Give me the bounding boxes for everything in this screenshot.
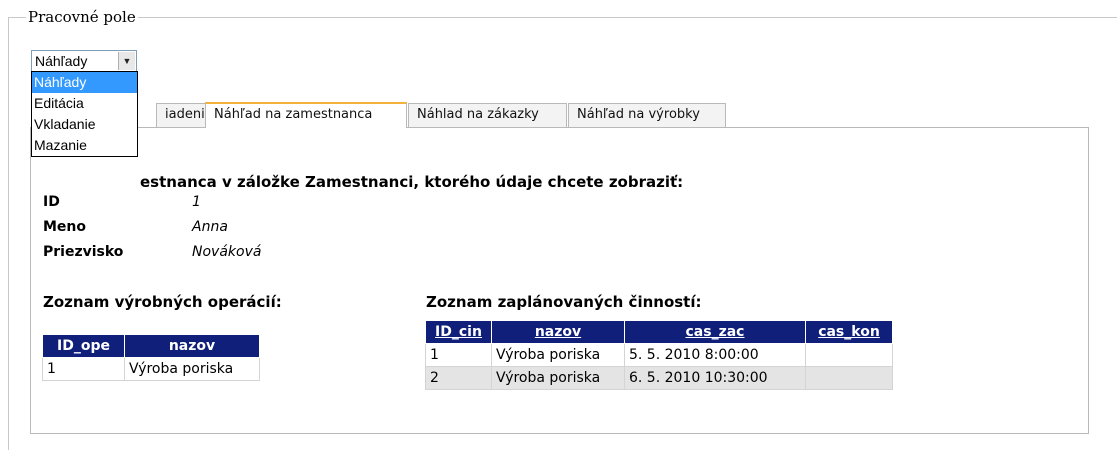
table-cell: [805, 343, 893, 367]
name-label: Meno: [43, 219, 87, 235]
column-header-id-cin[interactable]: ID_cin: [425, 320, 492, 344]
mode-select[interactable]: Náhľady ▼: [31, 50, 137, 72]
table-cell: Výroba poriska: [491, 343, 625, 367]
table-cell: 2: [425, 366, 492, 390]
table-cell: 6. 5. 2010 10:30:00: [624, 366, 806, 390]
table-row: 2 Výroba poriska 6. 5. 2010 10:30:00: [425, 366, 893, 390]
fieldset-border-top: [8, 17, 1117, 18]
table-header-row: ID_cin nazov cas_zac cas_kon: [425, 320, 893, 344]
activities-table: ID_cin nazov cas_zac cas_kon 1 Výroba po…: [425, 320, 893, 390]
option-mazanie[interactable]: Mazanie: [32, 135, 137, 156]
surname-value: Nováková: [192, 244, 262, 260]
operations-title: Zoznam výrobných operácií:: [43, 293, 282, 311]
column-header-nazov: nazov: [124, 334, 260, 358]
table-row: 1 Výroba poriska 5. 5. 2010 8:00:00: [425, 343, 893, 367]
mode-select-value: Náhľady: [35, 53, 88, 69]
mode-select-dropdown[interactable]: Náhľady Editácia Vkladanie Mazanie: [31, 71, 138, 157]
fieldset-border-left: [8, 17, 9, 450]
name-value: Anna: [192, 219, 228, 235]
table-cell: Výroba poriska: [491, 366, 625, 390]
tab-nahlad-na-vyrobky[interactable]: Náhľad na výrobky: [568, 103, 726, 127]
surname-label: Priezvisko: [43, 244, 124, 260]
table-cell: 1: [42, 357, 125, 381]
table-cell: Výroba poriska: [124, 357, 260, 381]
table-cell: 1: [425, 343, 492, 367]
column-header-nazov[interactable]: nazov: [491, 320, 625, 344]
column-header-cas-zac[interactable]: cas_zac: [624, 320, 806, 344]
table-header-row: ID_ope nazov: [42, 334, 260, 358]
option-vkladanie[interactable]: Vkladanie: [32, 114, 137, 135]
tab-nahlad-na-zamestnanca[interactable]: Náhľad na zamestnanca: [205, 102, 407, 128]
table-cell: [805, 366, 893, 390]
activities-title: Zoznam zaplánovaných činností:: [426, 293, 702, 311]
fieldset-legend: Pracovné pole: [26, 8, 138, 26]
operations-table: ID_ope nazov 1 Výroba poriska: [42, 334, 260, 381]
table-cell: 5. 5. 2010 8:00:00: [624, 343, 806, 367]
tab-obsluha[interactable]: iadenia: [156, 103, 206, 127]
tab-nahlad-na-zakazky[interactable]: Náhlad na zákazky: [408, 103, 567, 127]
id-label: ID: [43, 194, 60, 210]
option-editacia[interactable]: Editácia: [32, 93, 137, 114]
instruction-text: estnanca v záložke Zamestnanci, ktorého …: [140, 173, 684, 191]
chevron-down-icon[interactable]: ▼: [118, 52, 135, 70]
id-value: 1: [192, 194, 201, 210]
column-header-id-ope: ID_ope: [42, 334, 125, 358]
column-header-cas-kon[interactable]: cas_kon: [805, 320, 893, 344]
option-nahlady[interactable]: Náhľady: [32, 72, 137, 93]
table-row: 1 Výroba poriska: [42, 357, 260, 381]
